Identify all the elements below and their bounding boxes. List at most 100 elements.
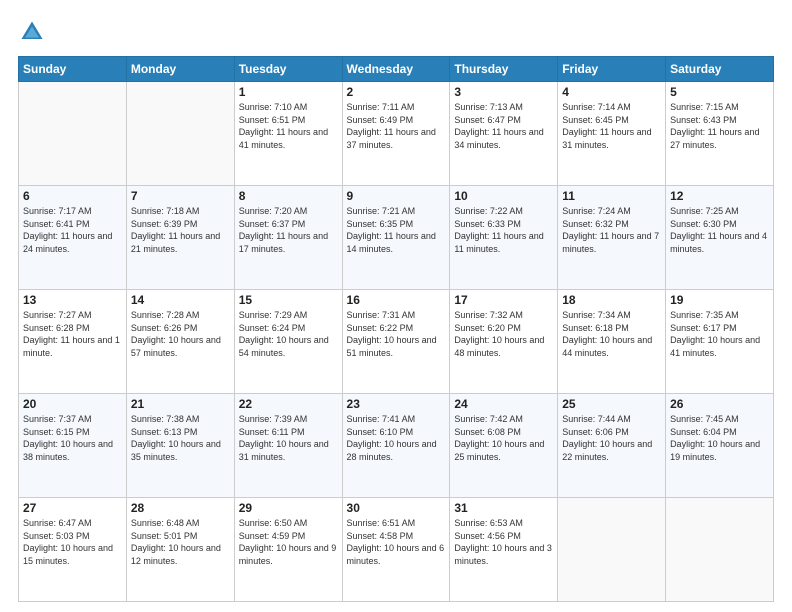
day-info: Sunrise: 7:29 AM Sunset: 6:24 PM Dayligh… [239, 309, 338, 359]
day-number: 29 [239, 501, 338, 515]
weekday-header: Tuesday [234, 57, 342, 82]
day-number: 18 [562, 293, 661, 307]
day-info: Sunrise: 7:41 AM Sunset: 6:10 PM Dayligh… [347, 413, 446, 463]
day-info: Sunrise: 6:47 AM Sunset: 5:03 PM Dayligh… [23, 517, 122, 567]
day-info: Sunrise: 7:18 AM Sunset: 6:39 PM Dayligh… [131, 205, 230, 255]
day-number: 13 [23, 293, 122, 307]
page: SundayMondayTuesdayWednesdayThursdayFrid… [0, 0, 792, 612]
day-number: 25 [562, 397, 661, 411]
calendar-cell: 2 Sunrise: 7:11 AM Sunset: 6:49 PM Daylig… [342, 82, 450, 186]
day-info: Sunrise: 6:53 AM Sunset: 4:56 PM Dayligh… [454, 517, 553, 567]
day-number: 27 [23, 501, 122, 515]
logo [18, 18, 50, 46]
day-number: 10 [454, 189, 553, 203]
calendar-cell: 13 Sunrise: 7:27 AM Sunset: 6:28 PM Dayli… [19, 290, 127, 394]
calendar-cell: 17 Sunrise: 7:32 AM Sunset: 6:20 PM Dayli… [450, 290, 558, 394]
calendar-cell [666, 498, 774, 602]
header [18, 18, 774, 46]
calendar-cell [558, 498, 666, 602]
calendar-week-row: 6 Sunrise: 7:17 AM Sunset: 6:41 PM Daylig… [19, 186, 774, 290]
day-number: 5 [670, 85, 769, 99]
day-info: Sunrise: 7:24 AM Sunset: 6:32 PM Dayligh… [562, 205, 661, 255]
day-info: Sunrise: 7:45 AM Sunset: 6:04 PM Dayligh… [670, 413, 769, 463]
day-info: Sunrise: 7:39 AM Sunset: 6:11 PM Dayligh… [239, 413, 338, 463]
day-number: 2 [347, 85, 446, 99]
day-number: 4 [562, 85, 661, 99]
weekday-header: Saturday [666, 57, 774, 82]
day-number: 16 [347, 293, 446, 307]
calendar-cell: 31 Sunrise: 6:53 AM Sunset: 4:56 PM Dayli… [450, 498, 558, 602]
day-number: 7 [131, 189, 230, 203]
calendar-cell: 30Sunrise: 6:51 AM Sunset: 4:58 PM Dayli… [342, 498, 450, 602]
calendar-header-row: SundayMondayTuesdayWednesdayThursdayFrid… [19, 57, 774, 82]
day-info: Sunrise: 7:22 AM Sunset: 6:33 PM Dayligh… [454, 205, 553, 255]
day-number: 31 [454, 501, 553, 515]
day-info: Sunrise: 7:44 AM Sunset: 6:06 PM Dayligh… [562, 413, 661, 463]
calendar-cell: 20Sunrise: 7:37 AM Sunset: 6:15 PM Dayli… [19, 394, 127, 498]
calendar-cell: 18Sunrise: 7:34 AM Sunset: 6:18 PM Dayli… [558, 290, 666, 394]
calendar-cell: 16 Sunrise: 7:31 AM Sunset: 6:22 PM Dayli… [342, 290, 450, 394]
calendar-cell: 15 Sunrise: 7:29 AM Sunset: 6:24 PM Dayli… [234, 290, 342, 394]
calendar-cell: 10 Sunrise: 7:22 AM Sunset: 6:33 PM Dayli… [450, 186, 558, 290]
calendar-cell: 28 Sunrise: 6:48 AM Sunset: 5:01 PM Dayli… [126, 498, 234, 602]
calendar-cell: 19Sunrise: 7:35 AM Sunset: 6:17 PM Dayli… [666, 290, 774, 394]
day-info: Sunrise: 7:15 AM Sunset: 6:43 PM Dayligh… [670, 101, 769, 151]
calendar-cell: 25 Sunrise: 7:44 AM Sunset: 6:06 PM Dayli… [558, 394, 666, 498]
day-number: 24 [454, 397, 553, 411]
day-number: 21 [131, 397, 230, 411]
weekday-header: Friday [558, 57, 666, 82]
day-info: Sunrise: 7:32 AM Sunset: 6:20 PM Dayligh… [454, 309, 553, 359]
day-info: Sunrise: 7:20 AM Sunset: 6:37 PM Dayligh… [239, 205, 338, 255]
calendar-cell: 12 Sunrise: 7:25 AM Sunset: 6:30 PM Dayli… [666, 186, 774, 290]
day-number: 14 [131, 293, 230, 307]
day-info: Sunrise: 7:38 AM Sunset: 6:13 PM Dayligh… [131, 413, 230, 463]
calendar-cell: 5 Sunrise: 7:15 AM Sunset: 6:43 PM Daylig… [666, 82, 774, 186]
day-number: 12 [670, 189, 769, 203]
calendar-cell: 4 Sunrise: 7:14 AM Sunset: 6:45 PM Daylig… [558, 82, 666, 186]
day-number: 11 [562, 189, 661, 203]
day-number: 8 [239, 189, 338, 203]
calendar-week-row: 27 Sunrise: 6:47 AM Sunset: 5:03 PM Dayli… [19, 498, 774, 602]
weekday-header: Sunday [19, 57, 127, 82]
calendar-cell: 21 Sunrise: 7:38 AM Sunset: 6:13 PM Dayli… [126, 394, 234, 498]
day-number: 9 [347, 189, 446, 203]
day-info: Sunrise: 6:48 AM Sunset: 5:01 PM Dayligh… [131, 517, 230, 567]
day-info: Sunrise: 7:25 AM Sunset: 6:30 PM Dayligh… [670, 205, 769, 255]
calendar-cell: 11 Sunrise: 7:24 AM Sunset: 6:32 PM Dayli… [558, 186, 666, 290]
calendar-cell: 8 Sunrise: 7:20 AM Sunset: 6:37 PM Daylig… [234, 186, 342, 290]
calendar-cell: 7 Sunrise: 7:18 AM Sunset: 6:39 PM Daylig… [126, 186, 234, 290]
calendar-week-row: 13 Sunrise: 7:27 AM Sunset: 6:28 PM Dayli… [19, 290, 774, 394]
day-number: 15 [239, 293, 338, 307]
calendar-week-row: 20Sunrise: 7:37 AM Sunset: 6:15 PM Dayli… [19, 394, 774, 498]
calendar-week-row: 1Sunrise: 7:10 AM Sunset: 6:51 PM Daylig… [19, 82, 774, 186]
day-info: Sunrise: 6:50 AM Sunset: 4:59 PM Dayligh… [239, 517, 338, 567]
day-number: 3 [454, 85, 553, 99]
calendar-cell: 29 Sunrise: 6:50 AM Sunset: 4:59 PM Dayli… [234, 498, 342, 602]
day-info: Sunrise: 7:14 AM Sunset: 6:45 PM Dayligh… [562, 101, 661, 151]
day-info: Sunrise: 7:17 AM Sunset: 6:41 PM Dayligh… [23, 205, 122, 255]
day-number: 1 [239, 85, 338, 99]
calendar-cell: 22Sunrise: 7:39 AM Sunset: 6:11 PM Dayli… [234, 394, 342, 498]
calendar-cell [126, 82, 234, 186]
day-info: Sunrise: 7:13 AM Sunset: 6:47 PM Dayligh… [454, 101, 553, 151]
calendar-cell: 14 Sunrise: 7:28 AM Sunset: 6:26 PM Dayli… [126, 290, 234, 394]
day-info: Sunrise: 7:28 AM Sunset: 6:26 PM Dayligh… [131, 309, 230, 359]
day-info: Sunrise: 7:31 AM Sunset: 6:22 PM Dayligh… [347, 309, 446, 359]
calendar-cell: 24Sunrise: 7:42 AM Sunset: 6:08 PM Dayli… [450, 394, 558, 498]
calendar-cell: 23 Sunrise: 7:41 AM Sunset: 6:10 PM Dayli… [342, 394, 450, 498]
calendar-cell: 9Sunrise: 7:21 AM Sunset: 6:35 PM Daylig… [342, 186, 450, 290]
day-info: Sunrise: 7:11 AM Sunset: 6:49 PM Dayligh… [347, 101, 446, 151]
day-number: 23 [347, 397, 446, 411]
day-number: 26 [670, 397, 769, 411]
day-info: Sunrise: 7:27 AM Sunset: 6:28 PM Dayligh… [23, 309, 122, 359]
day-number: 6 [23, 189, 122, 203]
weekday-header: Wednesday [342, 57, 450, 82]
day-number: 19 [670, 293, 769, 307]
weekday-header: Thursday [450, 57, 558, 82]
calendar-cell: 26 Sunrise: 7:45 AM Sunset: 6:04 PM Dayli… [666, 394, 774, 498]
day-number: 28 [131, 501, 230, 515]
calendar-cell [19, 82, 127, 186]
day-number: 17 [454, 293, 553, 307]
day-number: 30 [347, 501, 446, 515]
calendar-cell: 3 Sunrise: 7:13 AM Sunset: 6:47 PM Daylig… [450, 82, 558, 186]
